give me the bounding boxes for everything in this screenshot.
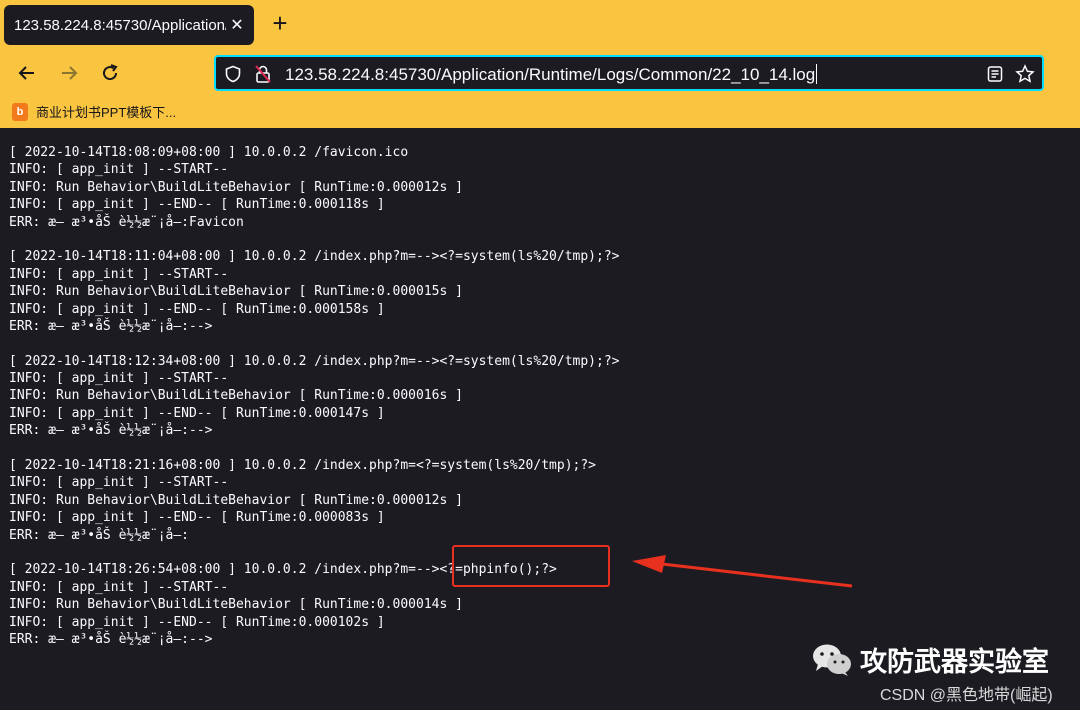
insecure-lock-icon[interactable] [254,64,272,84]
log-entry-header: [ 2022-10-14T18:11:04+08:00 ] 10.0.0.2 /… [9,249,620,265]
shield-icon[interactable] [224,65,242,83]
navigation-toolbar: 123.58.224.8:45730/Application/Runtime/L… [0,50,1080,96]
annotation-highlight-box [452,545,610,587]
log-line: INFO: Run Behavior\BuildLiteBehavior [ R… [9,179,463,195]
log-line: ERR: æ— æ³•åŠ è½½æ¨¡å—:--> [9,318,213,334]
url-bar[interactable]: 123.58.224.8:45730/Application/Runtime/L… [214,55,1044,91]
log-line: INFO: [ app_init ] --END-- [ RunTime:0.0… [9,614,385,630]
log-line: ERR: æ— æ³•åŠ è½½æ¨¡å—:Favicon [9,214,244,230]
log-entry-header: [ 2022-10-14T18:12:34+08:00 ] 10.0.0.2 /… [9,353,620,369]
forward-arrow-icon [62,66,78,80]
new-tab-button[interactable]: + [268,10,292,36]
active-tab[interactable]: 123.58.224.8:45730/Application/R ✕ [4,5,254,45]
wechat-icon [813,644,851,676]
log-line: INFO: [ app_init ] --START-- [9,266,229,282]
reload-icon [103,64,118,81]
tab-title: 123.58.224.8:45730/Application/R [14,16,226,34]
log-line: ERR: æ— æ³•åŠ è½½æ¨¡å—: [9,527,190,543]
watermark-title-text: 攻防武器实验室 [860,647,1049,677]
log-entry: [ 2022-10-14T18:08:09+08:00 ] 10.0.0.2 /… [9,144,619,231]
log-line: INFO: Run Behavior\BuildLiteBehavior [ R… [9,597,463,613]
bing-icon: b [12,102,28,121]
log-line: INFO: [ app_init ] --START-- [9,475,229,491]
bookmark-label: 商业计划书PPT模板下... [36,105,177,120]
log-line: INFO: [ app_init ] --END-- [ RunTime:0.0… [9,510,385,526]
page-content: [ 2022-10-14T18:08:09+08:00 ] 10.0.0.2 /… [0,128,1080,710]
annotation-arrow-icon [632,555,853,588]
reader-view-icon[interactable] [986,65,1004,83]
log-line: INFO: [ app_init ] --END-- [ RunTime:0.0… [9,301,385,317]
reload-button[interactable] [97,60,123,86]
log-line: INFO: [ app_init ] --END-- [ RunTime:0.0… [9,405,385,421]
log-line: INFO: [ app_init ] --END-- [ RunTime:0.0… [9,197,385,213]
log-entry-header: [ 2022-10-14T18:21:16+08:00 ] 10.0.0.2 /… [9,458,596,474]
log-text: [ 2022-10-14T18:08:09+08:00 ] 10.0.0.2 /… [9,144,619,666]
log-line: INFO: [ app_init ] --START-- [9,371,229,387]
watermark-title: 攻防武器实验室 [812,640,1049,679]
log-line: ERR: æ— æ³•åŠ è½½æ¨¡å—:--> [9,631,213,647]
forward-button[interactable] [56,60,82,86]
log-line: INFO: [ app_init ] --START-- [9,162,229,178]
url-text[interactable]: 123.58.224.8:45730/Application/Runtime/L… [285,64,818,85]
log-line: INFO: Run Behavior\BuildLiteBehavior [ R… [9,388,463,404]
close-icon[interactable]: ✕ [230,15,244,35]
log-entry-header: [ 2022-10-14T18:08:09+08:00 ] 10.0.0.2 /… [9,145,409,160]
log-line: INFO: Run Behavior\BuildLiteBehavior [ R… [9,284,463,300]
watermark-credit: CSDN @黑色地带(崛起) [880,687,1053,704]
back-button[interactable] [14,60,40,86]
star-bookmark-icon[interactable] [1015,64,1035,84]
log-line: ERR: æ— æ³•åŠ è½½æ¨¡å—:--> [9,423,213,439]
log-entry: [ 2022-10-14T18:21:16+08:00 ] 10.0.0.2 /… [9,457,619,544]
bookmarks-toolbar: b 商业计划书PPT模板下... [0,96,1080,128]
log-entry: [ 2022-10-14T18:12:34+08:00 ] 10.0.0.2 /… [9,353,619,440]
bookmark-item[interactable]: b 商业计划书PPT模板下... [12,102,176,121]
log-line: INFO: Run Behavior\BuildLiteBehavior [ R… [9,492,463,508]
back-arrow-icon [18,66,34,80]
tab-strip: 123.58.224.8:45730/Application/R ✕ + [0,0,1080,50]
log-entry: [ 2022-10-14T18:11:04+08:00 ] 10.0.0.2 /… [9,248,619,335]
